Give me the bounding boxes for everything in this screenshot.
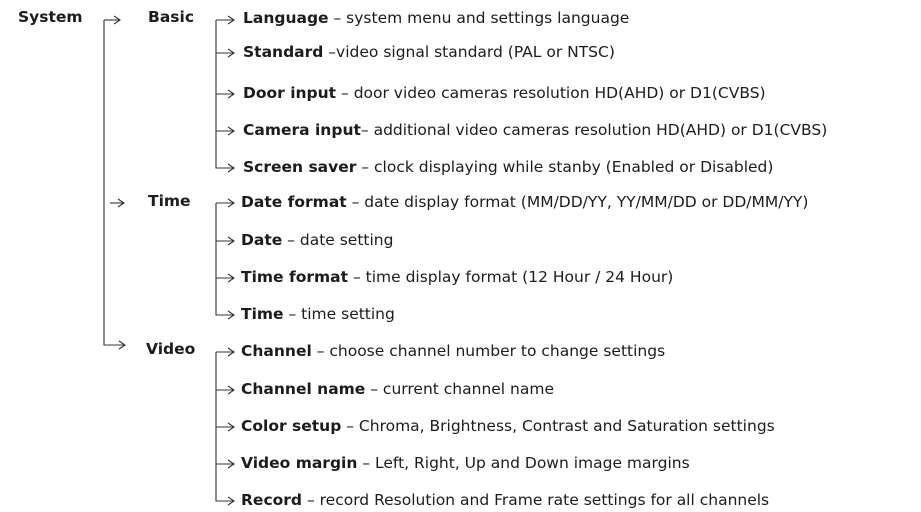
system-trunk-line (103, 20, 125, 346)
section-label-video: Video (146, 340, 196, 358)
video-branches (216, 351, 234, 465)
setting-desc: – Left, Right, Up and Down image margins (357, 454, 690, 472)
setting-name: Screen saver (243, 158, 357, 176)
setting-camera-input: Camera input– additional video cameras r… (243, 120, 827, 140)
setting-desc: – record Resolution and Frame rate setti… (302, 491, 770, 509)
setting-name: Door input (243, 84, 337, 102)
setting-name: Video margin (241, 454, 358, 472)
setting-channel-name: Channel name – current channel name (241, 379, 554, 399)
root-node-system: System (18, 8, 83, 26)
setting-time-format: Time format – time display format (12 Ho… (241, 267, 673, 287)
setting-door-input: Door input – door video cameras resoluti… (243, 83, 766, 103)
setting-desc: – date setting (282, 231, 394, 249)
setting-desc: – Chroma, Brightness, Contrast and Satur… (341, 417, 775, 435)
setting-color-setup: Color setup – Chroma, Brightness, Contra… (241, 416, 775, 436)
section-label-time: Time (148, 192, 191, 210)
setting-name: Color setup (241, 417, 342, 435)
setting-name: Date format (241, 193, 347, 211)
setting-desc: – door video cameras resolution HD(AHD) … (336, 84, 766, 102)
setting-desc: – system menu and settings language (328, 9, 630, 27)
setting-desc: – clock displaying while stanby (Enabled… (356, 158, 774, 176)
setting-name: Date (241, 231, 283, 249)
setting-desc: – choose channel number to change settin… (311, 342, 666, 360)
setting-date: Date – date setting (241, 230, 393, 250)
time-trunk-line (215, 203, 234, 316)
setting-name: Language (243, 9, 329, 27)
setting-record: Record – record Resolution and Frame rat… (241, 490, 769, 510)
setting-desc: – time setting (283, 305, 395, 323)
time-branches (216, 202, 234, 279)
setting-language: Language – system menu and settings lang… (243, 8, 629, 28)
setting-name: Record (241, 491, 303, 509)
setting-standard: Standard –video signal standard (PAL or … (243, 42, 615, 62)
setting-desc: – current channel name (365, 380, 554, 398)
setting-desc: – date display format (MM/DD/YY, YY/MM/D… (346, 193, 809, 211)
basic-branches (216, 19, 234, 132)
setting-name: Channel name (241, 380, 366, 398)
setting-name: Channel (241, 342, 312, 360)
arrowheads (227, 198, 235, 320)
setting-time: Time – time setting (241, 304, 395, 324)
setting-channel: Channel – choose channel number to chang… (241, 341, 665, 361)
setting-name: Camera input (243, 121, 361, 139)
setting-name: Standard (243, 43, 324, 61)
section-label-basic: Basic (148, 8, 195, 26)
setting-video-margin: Video margin – Left, Right, Up and Down … (241, 453, 690, 473)
setting-desc: – additional video cameras resolution HD… (360, 121, 828, 139)
setting-desc: – time display format (12 Hour / 24 Hour… (348, 268, 674, 286)
setting-desc: –video signal standard (PAL or NTSC) (323, 43, 615, 61)
setting-name: Time (241, 305, 284, 323)
setting-date-format: Date format – date display format (MM/DD… (241, 192, 808, 212)
setting-name: Time format (241, 268, 349, 286)
setting-screen-saver: Screen saver – clock displaying while st… (243, 157, 773, 177)
